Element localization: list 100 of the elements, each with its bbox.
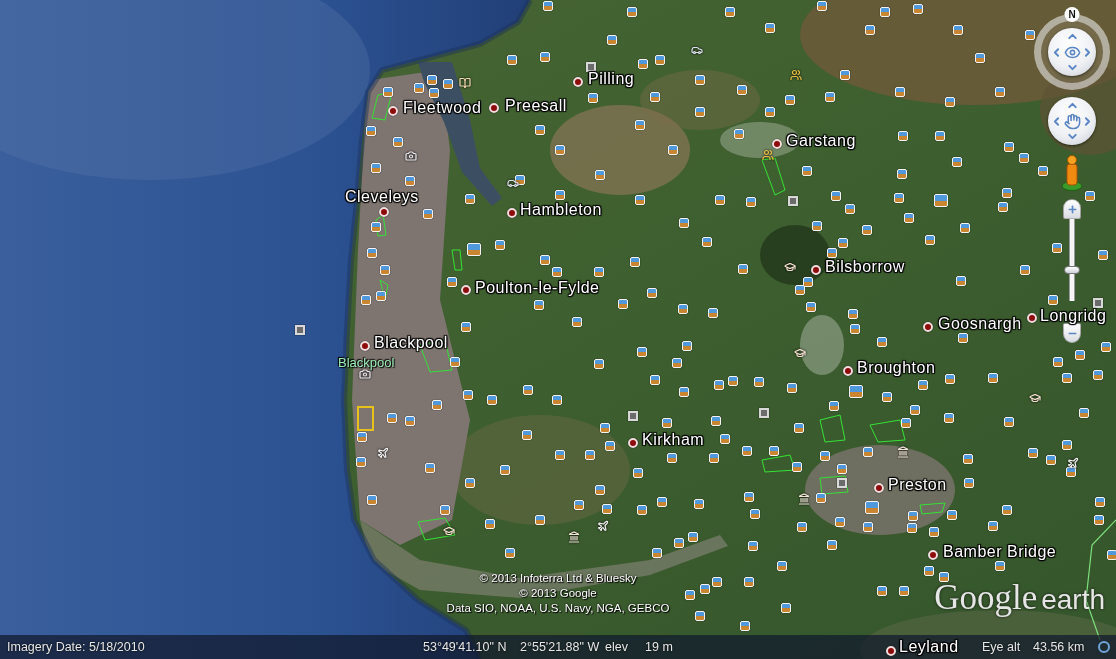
photo-marker-icon[interactable] (720, 434, 730, 444)
square-marker-icon[interactable] (295, 325, 305, 335)
photo-marker-icon[interactable] (555, 145, 565, 155)
car-icon[interactable] (507, 177, 519, 189)
car-icon[interactable] (691, 44, 703, 56)
photo-marker-icon[interactable] (650, 92, 660, 102)
photo-marker-icon[interactable] (924, 566, 934, 576)
photo-marker-icon[interactable] (505, 548, 515, 558)
photo-marker-icon[interactable] (534, 300, 544, 310)
photo-marker-icon[interactable] (1095, 497, 1105, 507)
photo-marker-icon[interactable] (429, 88, 439, 98)
photo-marker-icon[interactable] (572, 317, 582, 327)
photo-marker-icon[interactable] (849, 385, 863, 398)
photo-marker-icon[interactable] (794, 423, 804, 433)
photo-marker-icon[interactable] (423, 209, 433, 219)
photo-marker-icon[interactable] (899, 586, 909, 596)
photo-marker-icon[interactable] (769, 446, 779, 456)
photo-marker-icon[interactable] (585, 450, 595, 460)
photo-marker-icon[interactable] (630, 257, 640, 267)
photo-marker-icon[interactable] (711, 416, 721, 426)
photo-marker-icon[interactable] (383, 87, 393, 97)
photo-marker-icon[interactable] (555, 190, 565, 200)
photo-marker-icon[interactable] (1053, 357, 1063, 367)
photo-marker-icon[interactable] (515, 175, 525, 185)
photo-marker-icon[interactable] (1048, 295, 1058, 305)
camera-icon[interactable] (359, 368, 371, 380)
photo-marker-icon[interactable] (366, 126, 376, 136)
photo-marker-icon[interactable] (908, 511, 918, 521)
photo-marker-icon[interactable] (827, 540, 837, 550)
photo-marker-icon[interactable] (964, 478, 974, 488)
photo-marker-icon[interactable] (850, 324, 860, 334)
photo-marker-icon[interactable] (746, 197, 756, 207)
photo-marker-icon[interactable] (371, 163, 381, 173)
zoom-in-button[interactable] (1063, 199, 1081, 219)
photo-marker-icon[interactable] (376, 291, 386, 301)
photo-marker-icon[interactable] (738, 264, 748, 274)
place-dot-icon[interactable] (461, 285, 471, 295)
photo-marker-icon[interactable] (714, 380, 724, 390)
photo-marker-icon[interactable] (552, 267, 562, 277)
photo-marker-icon[interactable] (595, 485, 605, 495)
place-dot-icon[interactable] (1027, 313, 1037, 323)
photo-marker-icon[interactable] (848, 309, 858, 319)
photo-marker-icon[interactable] (797, 522, 807, 532)
photo-marker-icon[interactable] (765, 107, 775, 117)
photo-marker-icon[interactable] (754, 377, 764, 387)
photo-marker-icon[interactable] (944, 413, 954, 423)
photo-marker-icon[interactable] (837, 464, 847, 474)
photo-marker-icon[interactable] (785, 95, 795, 105)
photo-marker-icon[interactable] (1002, 505, 1012, 515)
photo-marker-icon[interactable] (802, 166, 812, 176)
graduation-cap-icon[interactable] (784, 261, 796, 273)
photo-marker-icon[interactable] (865, 25, 875, 35)
airplane-icon[interactable] (377, 447, 389, 459)
photo-marker-icon[interactable] (695, 75, 705, 85)
photo-marker-icon[interactable] (552, 395, 562, 405)
photo-marker-icon[interactable] (737, 85, 747, 95)
photo-marker-icon[interactable] (995, 87, 1005, 97)
photo-marker-icon[interactable] (744, 577, 754, 587)
photo-marker-icon[interactable] (605, 441, 615, 451)
photo-marker-icon[interactable] (831, 191, 841, 201)
photo-marker-icon[interactable] (929, 527, 939, 537)
people-icon[interactable] (762, 149, 774, 161)
photo-marker-icon[interactable] (975, 53, 985, 63)
photo-marker-icon[interactable] (934, 194, 948, 207)
photo-marker-icon[interactable] (708, 308, 718, 318)
photo-marker-icon[interactable] (393, 137, 403, 147)
photo-marker-icon[interactable] (740, 621, 750, 631)
place-dot-icon[interactable] (811, 265, 821, 275)
square-marker-icon[interactable] (1093, 298, 1103, 308)
photo-marker-icon[interactable] (507, 55, 517, 65)
photo-marker-icon[interactable] (405, 176, 415, 186)
zoom-slider-thumb[interactable] (1064, 265, 1080, 274)
photo-marker-icon[interactable] (371, 222, 381, 232)
photo-marker-icon[interactable] (1066, 467, 1076, 477)
photo-marker-icon[interactable] (461, 322, 471, 332)
photo-marker-icon[interactable] (748, 541, 758, 551)
photo-marker-icon[interactable] (835, 517, 845, 527)
photo-marker-icon[interactable] (635, 120, 645, 130)
square-marker-icon[interactable] (788, 196, 798, 206)
photo-marker-icon[interactable] (825, 92, 835, 102)
zoom-out-button[interactable] (1063, 323, 1081, 343)
photo-marker-icon[interactable] (555, 450, 565, 460)
photo-marker-icon[interactable] (935, 131, 945, 141)
photo-marker-icon[interactable] (600, 423, 610, 433)
photo-marker-icon[interactable] (588, 93, 598, 103)
photo-marker-icon[interactable] (803, 277, 813, 287)
photo-marker-icon[interactable] (1093, 370, 1103, 380)
photo-marker-icon[interactable] (1107, 550, 1116, 560)
photo-marker-icon[interactable] (777, 561, 787, 571)
photo-marker-icon[interactable] (655, 55, 665, 65)
graduation-cap-icon[interactable] (443, 525, 455, 537)
photo-marker-icon[interactable] (662, 418, 672, 428)
photo-marker-icon[interactable] (367, 495, 377, 505)
photo-marker-icon[interactable] (750, 509, 760, 519)
place-dot-icon[interactable] (843, 366, 853, 376)
photo-marker-icon[interactable] (657, 497, 667, 507)
photo-marker-icon[interactable] (862, 225, 872, 235)
photo-marker-icon[interactable] (633, 468, 643, 478)
photo-marker-icon[interactable] (695, 611, 705, 621)
photo-marker-icon[interactable] (594, 267, 604, 277)
